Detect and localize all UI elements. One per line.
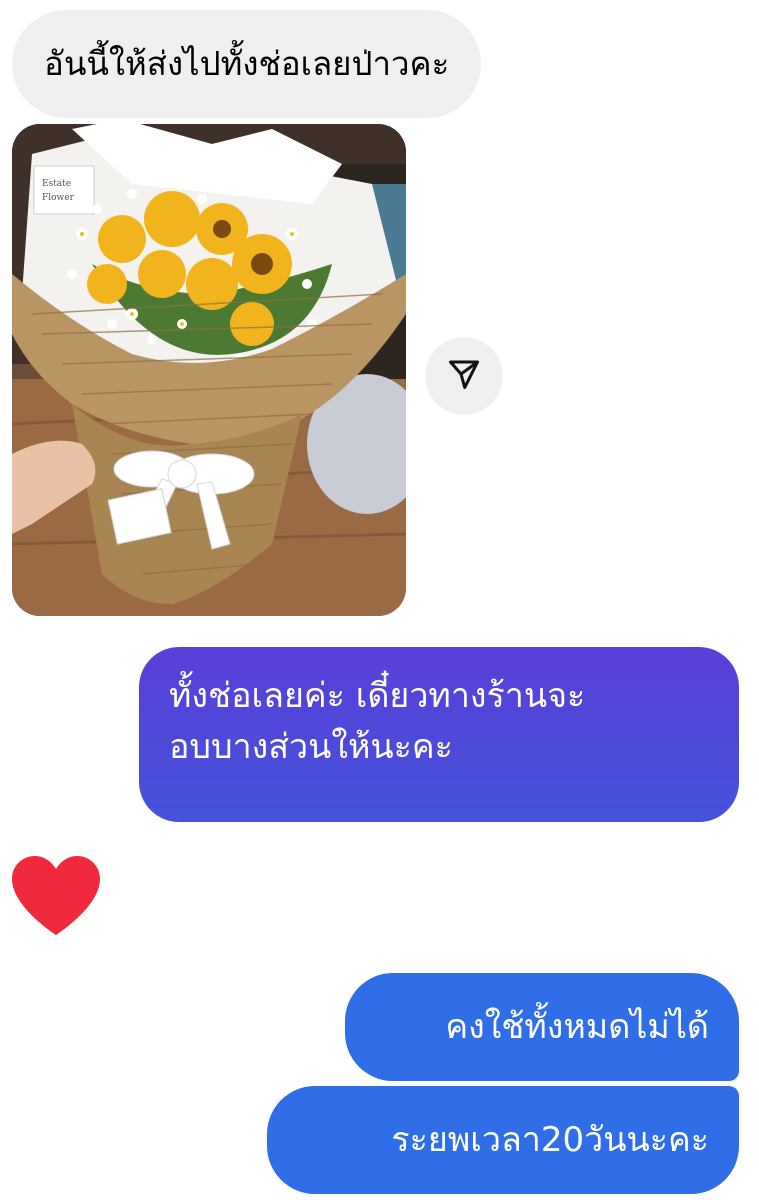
sent-message-bubble-3[interactable]: ระยพเวลา20วันนะคะ [267, 1086, 739, 1194]
photo-tag-text: Estate [42, 179, 71, 189]
sent-message-3-text: ระยพเวลา20วันนะคะ [391, 1119, 709, 1160]
chat-thread: อันนี้ให้ส่งไปทั้งช่อเลยป่าวคะ Estate Fl… [0, 0, 759, 1200]
paper-plane-icon [446, 356, 482, 396]
heart-reaction-icon[interactable] [10, 855, 102, 937]
sent-message-1-line2: อบบางส่วนให้นะคะ [169, 727, 453, 767]
sent-message-1-line1: ทั้งช่อเลยค่ะ เดี๋ยวทางร้านจะ [169, 676, 586, 716]
flower-bouquet-photo[interactable]: Estate Flower [12, 124, 406, 616]
share-button[interactable] [425, 337, 503, 415]
sent-message-bubble-2[interactable]: คงใช้ทั้งหมดไม่ได้ [345, 973, 739, 1081]
received-message-bubble[interactable]: อันนี้ให้ส่งไปทั้งช่อเลยป่าวคะ [12, 10, 482, 118]
sent-message-2-text: คงใช้ทั้งหมดไม่ได้ [445, 1006, 709, 1047]
svg-text:Flower: Flower [42, 193, 75, 203]
received-message-text: อันนี้ให้ส่งไปทั้งช่อเลยป่าวคะ [44, 44, 450, 84]
sent-message-bubble-1[interactable]: ทั้งช่อเลยค่ะ เดี๋ยวทางร้านจะ อบบางส่วนใ… [139, 647, 739, 822]
